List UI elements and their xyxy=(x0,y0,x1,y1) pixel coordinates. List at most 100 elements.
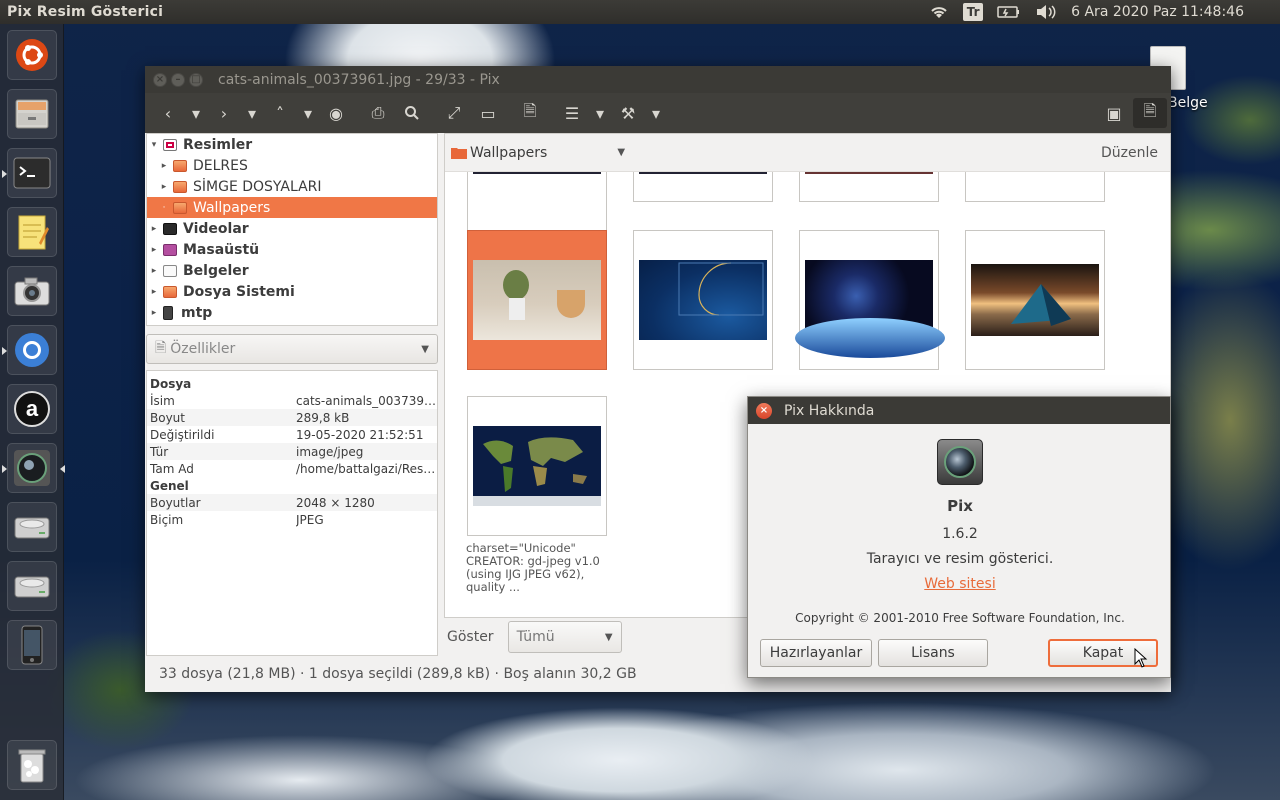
expander-closed-icon[interactable]: ▸ xyxy=(147,224,161,234)
thumbnail[interactable] xyxy=(467,396,607,536)
chevron-down-icon: ▾ xyxy=(595,103,605,123)
thumbnail[interactable] xyxy=(965,172,1105,202)
thumbnail[interactable] xyxy=(799,172,939,202)
tree-item-delres[interactable]: ▸ DELRES xyxy=(147,155,437,176)
expander-open-icon[interactable]: ▾ xyxy=(147,140,161,150)
volume-icon[interactable] xyxy=(1035,4,1057,20)
property-row[interactable]: İsim cats-animals_00373961... xyxy=(147,392,437,409)
minimize-icon[interactable]: – xyxy=(171,72,185,87)
hard-disk-icon xyxy=(14,517,50,539)
toolbar: ‹ ▾ › ▾ ˄ ▾ ◉ ⎙ ⤢ ▭ 🗎 ☰ ▾ ⚒ ▾ ▣ 🗎 xyxy=(145,93,1171,133)
up-button[interactable]: ˄ xyxy=(263,98,297,128)
properties-label: Özellikler xyxy=(170,341,236,357)
tree-item-mtp[interactable]: ▸ mtp xyxy=(147,302,437,323)
thumbnail[interactable] xyxy=(633,172,773,202)
tree-item-belgeler[interactable]: ▸ Belgeler xyxy=(147,260,437,281)
filter-value: Tümü xyxy=(516,629,555,645)
back-button[interactable]: ‹ xyxy=(151,98,185,128)
tree-label: DELRES xyxy=(193,157,248,174)
chevron-down-icon[interactable]: ▼ xyxy=(617,147,625,158)
edit-button[interactable]: Düzenle xyxy=(1101,145,1158,161)
clock[interactable]: 6 Ara 2020 Paz 11:48:46 xyxy=(1071,4,1244,20)
image-preview xyxy=(971,264,1099,336)
print-button[interactable]: ⎙ xyxy=(361,98,395,128)
image-preview xyxy=(639,260,767,340)
property-row[interactable]: Boyutlar 2048 × 1280 xyxy=(147,494,437,511)
reload-button[interactable]: ◉ xyxy=(319,98,353,128)
close-icon[interactable]: × xyxy=(153,72,167,87)
tree-item-masaustu[interactable]: ▸ Masaüstü xyxy=(147,239,437,260)
desktop-icon-label[interactable]: Belge xyxy=(1168,95,1208,111)
launcher-amazon[interactable]: a xyxy=(7,384,57,434)
thumbnail[interactable] xyxy=(965,230,1105,370)
view-menu-button[interactable]: ☰ xyxy=(555,98,589,128)
tree-item-wallpapers[interactable]: · Wallpapers xyxy=(147,197,437,218)
website-link[interactable]: Web sitesi xyxy=(748,576,1172,592)
launcher-terminal[interactable] xyxy=(2,148,57,198)
close-icon[interactable]: × xyxy=(756,402,772,419)
tree-item-simge-dosyalari[interactable]: ▸ SİMGE DOSYALARI xyxy=(147,176,437,197)
expander-closed-icon[interactable]: ▸ xyxy=(157,161,171,171)
wifi-icon[interactable] xyxy=(929,4,949,20)
search-button[interactable] xyxy=(395,98,429,128)
expander-closed-icon[interactable]: · xyxy=(157,203,171,213)
expander-closed-icon[interactable]: ▸ xyxy=(147,308,161,318)
dialog-titlebar[interactable]: × Pix Hakkında xyxy=(748,397,1170,424)
property-row[interactable]: Tür image/jpeg xyxy=(147,443,437,460)
expander-closed-icon[interactable]: ▸ xyxy=(147,245,161,255)
pictures-icon xyxy=(163,138,177,151)
launcher-chromium[interactable] xyxy=(2,325,57,375)
tree-item-resimler[interactable]: ▾ Resimler xyxy=(147,134,437,155)
view-menu-dropdown[interactable]: ▾ xyxy=(589,98,611,128)
launcher-trash[interactable] xyxy=(7,740,57,790)
tree-label: Masaüstü xyxy=(183,241,260,258)
fullscreen-button[interactable]: ⤢ xyxy=(437,98,471,128)
launcher-phone[interactable] xyxy=(7,620,57,670)
properties-button[interactable]: 🗎 xyxy=(513,98,547,128)
thumbnail-selected[interactable] xyxy=(467,230,607,370)
tools-dropdown[interactable]: ▾ xyxy=(645,98,667,128)
tools-button[interactable]: ⚒ xyxy=(611,98,645,128)
window-titlebar[interactable]: × – □ cats-animals_00373961.jpg - 29/33 … xyxy=(145,66,1171,93)
thumbnail[interactable] xyxy=(467,172,607,234)
thumbnail[interactable] xyxy=(633,230,773,370)
license-button[interactable]: Lisans xyxy=(878,639,988,667)
credits-button[interactable]: Hazırlayanlar xyxy=(760,639,872,667)
amazon-icon: a xyxy=(14,391,50,427)
image-preview xyxy=(473,426,601,506)
image-preview xyxy=(795,260,945,358)
property-row[interactable]: Değiştirildi 19-05-2020 21:52:51 xyxy=(147,426,437,443)
thumbnail-pane-button[interactable]: ▣ xyxy=(1097,98,1131,128)
fullscreen-icon: ⤢ xyxy=(447,103,461,122)
property-row[interactable]: Tam Ad/home/battalgazi/Resi... xyxy=(147,460,437,477)
filter-select[interactable]: Tümü ▼ xyxy=(507,621,622,653)
launcher-camera[interactable] xyxy=(7,266,57,316)
slideshow-button[interactable]: ▭ xyxy=(471,98,505,128)
properties-pane-button[interactable]: 🗎 xyxy=(1133,98,1167,128)
forward-button[interactable]: › xyxy=(207,98,241,128)
location-combo[interactable]: Wallpapers xyxy=(470,145,547,161)
tree-item-videolar[interactable]: ▸ Videolar xyxy=(147,218,437,239)
thumbnail[interactable] xyxy=(795,230,945,370)
properties-selector[interactable]: 🗎 Özellikler ▼ xyxy=(146,334,438,364)
ubuntu-logo-icon xyxy=(16,39,48,71)
expander-closed-icon[interactable]: ▸ xyxy=(147,266,161,276)
launcher-files[interactable] xyxy=(7,89,57,139)
tree-item-dosya-sistemi[interactable]: ▸ Dosya Sistemi xyxy=(147,281,437,302)
status-text: 33 dosya (21,8 MB) · 1 dosya seçildi (28… xyxy=(159,666,637,682)
property-row[interactable]: Boyut 289,8 kB xyxy=(147,409,437,426)
up-history-button[interactable]: ▾ xyxy=(297,98,319,128)
maximize-icon[interactable]: □ xyxy=(189,72,203,87)
forward-history-button[interactable]: ▾ xyxy=(241,98,263,128)
keyboard-layout-indicator[interactable]: Tr xyxy=(963,3,984,21)
launcher-disk-1[interactable] xyxy=(7,502,57,552)
property-row[interactable]: Biçim JPEG xyxy=(147,511,437,528)
launcher-pix[interactable] xyxy=(2,443,65,493)
expander-closed-icon[interactable]: ▸ xyxy=(147,287,161,297)
back-history-button[interactable]: ▾ xyxy=(185,98,207,128)
battery-icon[interactable] xyxy=(997,5,1021,19)
launcher-disk-2[interactable] xyxy=(7,561,57,611)
dash-home-button[interactable] xyxy=(7,30,57,80)
launcher-text-editor[interactable] xyxy=(7,207,57,257)
expander-closed-icon[interactable]: ▸ xyxy=(157,182,171,192)
